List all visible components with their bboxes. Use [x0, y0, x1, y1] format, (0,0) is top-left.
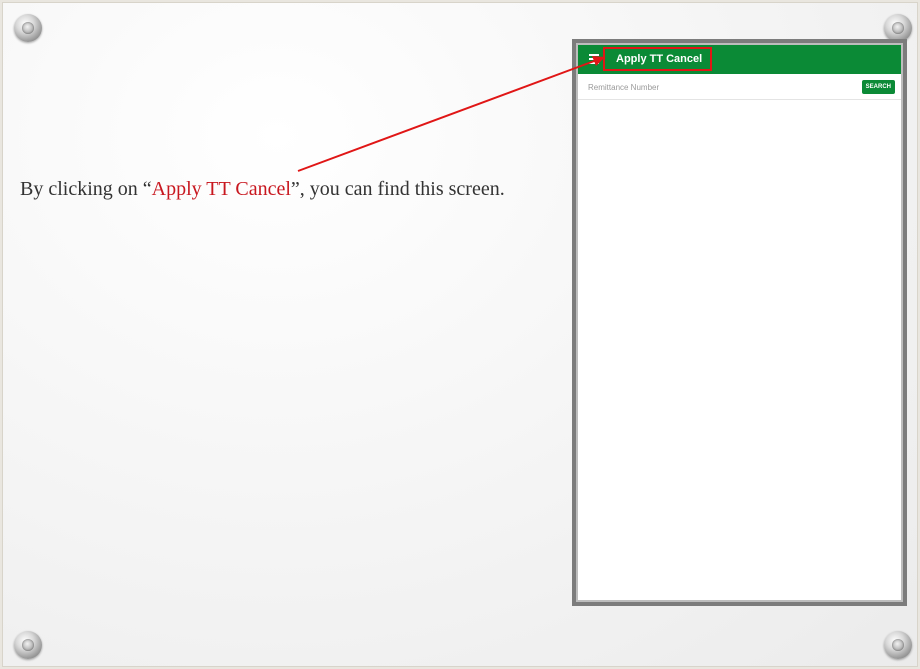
- rivet-bottom-right: [884, 631, 912, 659]
- title-highlight-box: [603, 47, 712, 71]
- rivet-top-right: [884, 14, 912, 42]
- hamburger-menu-icon[interactable]: [589, 54, 601, 65]
- rivet-bottom-left: [14, 631, 42, 659]
- rivet-top-left: [14, 14, 42, 42]
- search-button[interactable]: SEARCH: [861, 80, 895, 94]
- caption-highlight: Apply TT Cancel: [151, 178, 291, 200]
- instruction-caption: By clicking on “Apply TT Cancel”, you ca…: [20, 176, 534, 203]
- search-row: SEARCH: [578, 74, 901, 100]
- remittance-number-input[interactable]: [588, 79, 848, 95]
- caption-after: ”, you can find this screen.: [290, 178, 505, 200]
- phone-screenshot: Apply TT Cancel SEARCH: [572, 39, 907, 606]
- caption-before: By clicking on “: [20, 178, 152, 200]
